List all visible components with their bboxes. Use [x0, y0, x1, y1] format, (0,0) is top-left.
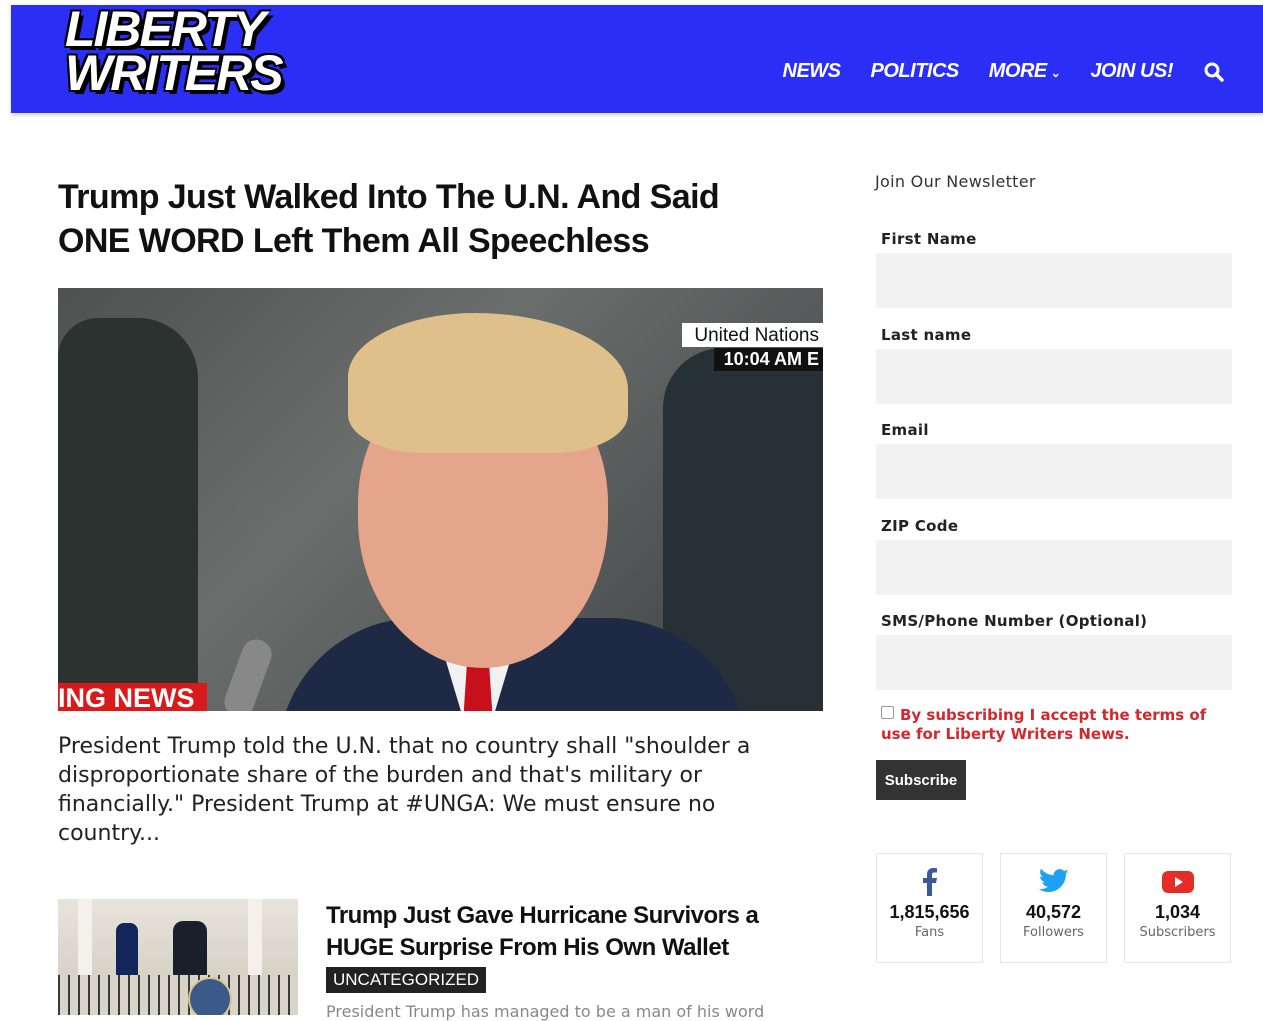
zip-code-field[interactable] — [876, 540, 1232, 595]
facebook-icon — [877, 868, 982, 896]
hair-shape — [348, 313, 628, 453]
site-header: LIBERTY WRITERS NEWS POLITICS MORE ⌄ JOIN… — [11, 4, 1263, 113]
email-field[interactable] — [876, 444, 1232, 499]
nav-news[interactable]: NEWS — [783, 60, 842, 83]
twitter-count: 40,572 — [1025, 902, 1082, 922]
phone-label: SMS/Phone Number (Optional) — [881, 612, 1148, 630]
consent-row: By subscribing I accept the terms of use… — [881, 706, 1231, 744]
chevron-down-icon: ⌄ — [1050, 66, 1061, 80]
facebook-count: 1,815,656 — [889, 902, 970, 922]
newsletter-title: Join Our Newsletter — [875, 172, 1036, 191]
image-news-ticker: ING NEWS — [58, 683, 207, 711]
nav-politics[interactable]: POLITICS — [871, 60, 960, 83]
search-icon[interactable] — [1203, 61, 1225, 83]
first-name-label: First Name — [881, 230, 977, 248]
last-name-label: Last name — [881, 326, 972, 344]
consent-text[interactable]: By subscribing I accept the terms of use… — [881, 706, 1206, 743]
subscribe-button[interactable]: Subscribe — [876, 760, 966, 800]
logo-line-2: WRITERS — [65, 45, 284, 101]
main-nav: NEWS POLITICS MORE ⌄ JOIN US! — [753, 60, 1225, 83]
zip-code-label: ZIP Code — [881, 517, 959, 535]
nav-join-us[interactable]: JOIN US! — [1090, 60, 1173, 83]
secondary-article-excerpt: President Trump has managed to be a man … — [326, 1002, 765, 1021]
main-article-title[interactable]: Trump Just Walked Into The U.N. And Said… — [58, 175, 798, 263]
image-caption-location: United Nations — [682, 323, 823, 347]
image-caption-time: 10:04 AM E — [713, 348, 823, 371]
phone-field[interactable] — [876, 635, 1232, 690]
youtube-label: Subscribers — [1139, 925, 1216, 940]
first-name-field[interactable] — [876, 253, 1232, 308]
secondary-article-thumbnail[interactable] — [58, 899, 298, 1015]
seal-icon — [188, 977, 232, 1015]
main-article-excerpt: President Trump told the U.N. that no co… — [58, 734, 751, 846]
social-facebook[interactable]: 1,815,656 Fans — [876, 853, 983, 963]
consent-checkbox[interactable] — [881, 706, 894, 719]
social-twitter[interactable]: 40,572 Followers — [1000, 853, 1107, 963]
main-article-image[interactable]: United Nations 10:04 AM E ING NEWS — [58, 288, 823, 711]
twitter-icon — [1001, 868, 1106, 896]
last-name-field[interactable] — [876, 349, 1232, 404]
category-badge[interactable]: UNCATEGORIZED — [326, 967, 487, 993]
nav-more-label: MORE — [988, 60, 1048, 82]
balcony-rail — [58, 975, 298, 1015]
nav-more[interactable]: MORE ⌄ — [989, 60, 1061, 83]
social-youtube[interactable]: 1,034 Subscribers — [1124, 853, 1231, 963]
youtube-count: 1,034 — [1154, 902, 1201, 922]
facebook-label: Fans — [914, 925, 945, 940]
site-logo[interactable]: LIBERTY WRITERS — [65, 4, 315, 107]
email-label: Email — [881, 421, 929, 439]
youtube-icon — [1125, 868, 1230, 896]
background-person — [58, 318, 198, 711]
secondary-article-title[interactable]: Trump Just Gave Hurricane Survivors a HU… — [326, 900, 826, 964]
microphone-shape — [220, 635, 276, 711]
twitter-label: Followers — [1023, 925, 1084, 940]
